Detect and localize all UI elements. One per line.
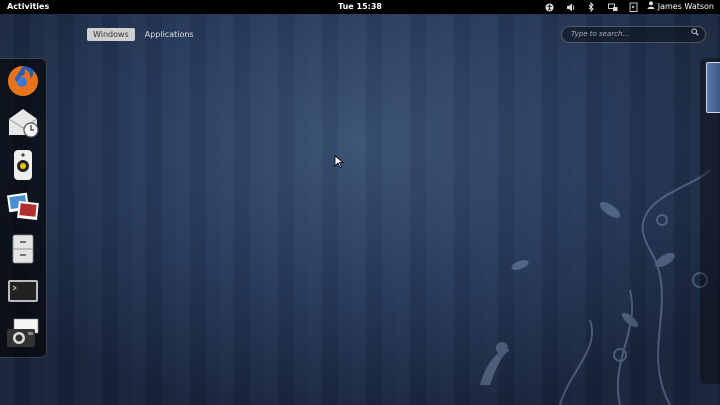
accessibility-icon[interactable] [543,0,557,14]
files-icon[interactable] [5,231,41,267]
volume-icon[interactable] [564,0,578,14]
user-icon [647,0,655,14]
view-selector: Windows Applications [87,28,204,41]
user-name: James Watson [657,2,714,11]
floral-wallpaper-decoration [480,169,711,405]
cheese-camera-icon[interactable] [5,315,41,351]
evolution-mail-icon[interactable] [5,105,41,141]
battery-icon[interactable] [627,0,641,14]
network-icon[interactable] [606,0,620,14]
tab-applications[interactable]: Applications [139,28,200,41]
rhythmbox-icon[interactable] [5,147,41,183]
bluetooth-icon[interactable] [585,0,599,14]
terminal-icon[interactable] [5,273,41,309]
shotwell-icon[interactable] [5,189,41,225]
search-icon [691,28,699,39]
user-menu[interactable]: James Watson [647,0,714,14]
dash [0,58,47,358]
top-bar: Activities Tue 15:38 James Watson [0,0,720,14]
search-input[interactable]: Type to search... [561,26,706,43]
firefox-icon[interactable] [5,63,41,99]
clock[interactable]: Tue 15:38 [338,0,382,14]
tab-windows[interactable]: Windows [87,28,135,41]
mouse-pointer-icon [334,155,344,169]
workspace-thumbnail[interactable] [706,62,720,113]
system-tray: James Watson [536,0,714,14]
search-placeholder: Type to search... [571,30,630,38]
